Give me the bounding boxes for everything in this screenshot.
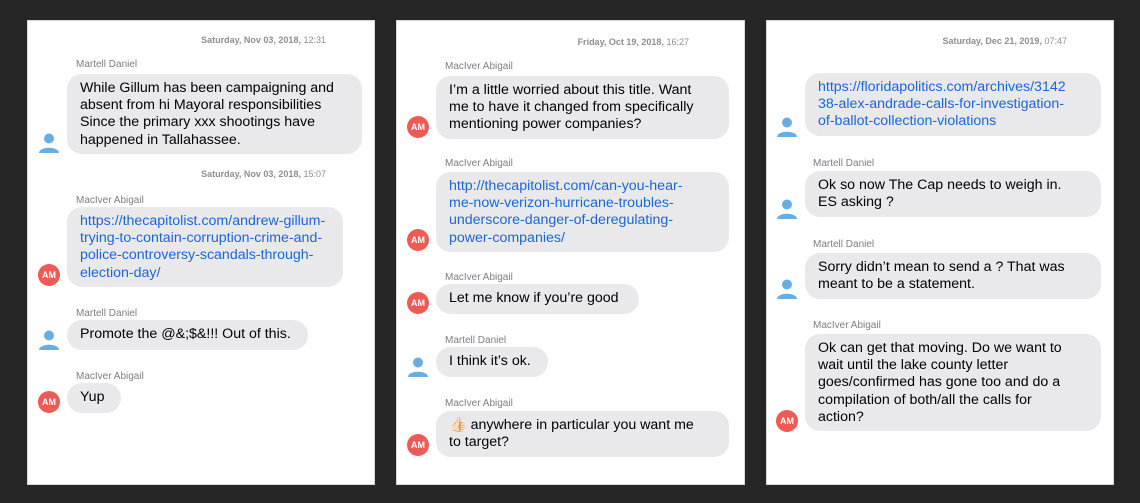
sender-name: Martell Daniel bbox=[813, 239, 875, 250]
sender-name: MacIver Abigail bbox=[445, 158, 513, 169]
message-bubble[interactable]: Yup bbox=[67, 383, 121, 413]
message-bubble[interactable]: Ok so now The Cap needs to weigh in. ES … bbox=[805, 171, 1101, 217]
person-icon bbox=[407, 356, 429, 378]
sender-name: MacIver Abigail bbox=[445, 272, 513, 283]
message-bubble[interactable]: Sorry didn’t mean to send a ? That was m… bbox=[805, 253, 1101, 299]
thumbs-up-icon: 👍🏻 bbox=[449, 417, 467, 433]
chat-panel-3: Saturday, Dec 21, 2019, 07:47 https://fl… bbox=[766, 20, 1114, 485]
avatar-am: AM bbox=[407, 434, 429, 456]
message-link-bubble[interactable]: http://thecapitolist.com/can-you-hear- m… bbox=[436, 172, 729, 252]
sender-name: MacIver Abigail bbox=[445, 61, 513, 72]
avatar-am: AM bbox=[38, 391, 60, 413]
sender-name: Martell Daniel bbox=[76, 308, 138, 319]
message-bubble[interactable]: While Gillum has been campaigning and ab… bbox=[67, 74, 362, 154]
message-bubble[interactable]: 👍🏻 anywhere in particular you want me to… bbox=[436, 411, 729, 457]
timestamp: Saturday, Nov 03, 2018, 12:31 bbox=[201, 35, 326, 45]
sender-name: MacIver Abigail bbox=[813, 320, 881, 331]
message-text: anywhere in particular you want me to ta… bbox=[449, 417, 694, 451]
person-icon bbox=[776, 278, 798, 300]
timestamp: Saturday, Nov 03, 2018, 15:07 bbox=[201, 169, 326, 179]
person-icon bbox=[38, 132, 60, 154]
sender-name: Martell Daniel bbox=[813, 158, 875, 169]
message-bubble[interactable]: I’m a little worried about this title. W… bbox=[436, 76, 729, 139]
person-icon bbox=[776, 116, 798, 138]
message-bubble[interactable]: Ok can get that moving. Do we want to wa… bbox=[805, 334, 1101, 431]
avatar-am: AM bbox=[407, 229, 429, 251]
message-bubble[interactable]: Let me know if you’re good bbox=[436, 284, 639, 314]
avatar-am: AM bbox=[38, 264, 60, 286]
sender-name: Martell Daniel bbox=[445, 335, 507, 346]
message-bubble[interactable]: Promote the @&;$&!!! Out of this. bbox=[67, 320, 308, 350]
avatar-am: AM bbox=[407, 116, 429, 138]
message-bubble[interactable]: I think it’s ok. bbox=[436, 347, 548, 377]
sender-name: MacIver Abigail bbox=[445, 398, 513, 409]
message-link-bubble[interactable]: https://floridapolitics.com/archives/314… bbox=[805, 73, 1101, 136]
avatar-am: AM bbox=[407, 292, 429, 314]
chat-panel-1: Saturday, Nov 03, 2018, 12:31 Martell Da… bbox=[27, 20, 375, 485]
chat-panel-2: Friday, Oct 19, 2018, 16:27 MacIver Abig… bbox=[396, 20, 745, 485]
message-link-bubble[interactable]: https://thecapitolist.com/andrew-gillum-… bbox=[67, 207, 343, 287]
person-icon bbox=[776, 198, 798, 220]
person-icon bbox=[38, 329, 60, 351]
timestamp: Friday, Oct 19, 2018, 16:27 bbox=[577, 37, 689, 47]
timestamp: Saturday, Dec 21, 2019, 07:47 bbox=[942, 36, 1067, 46]
avatar-am: AM bbox=[776, 410, 798, 432]
sender-name: Martell Daniel bbox=[76, 59, 138, 70]
sender-name: MacIver Abigail bbox=[76, 195, 144, 206]
sender-name: MacIver Abigail bbox=[76, 371, 144, 382]
